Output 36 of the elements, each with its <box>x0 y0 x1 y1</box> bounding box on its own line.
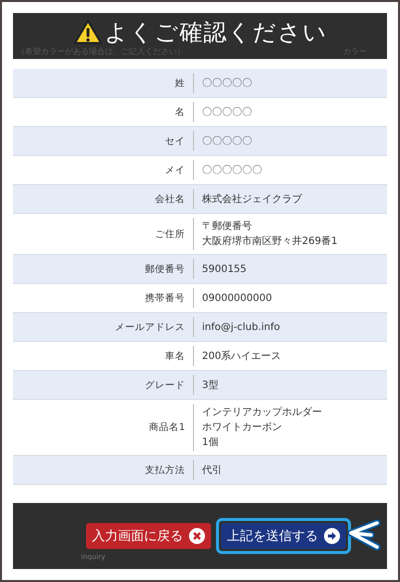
field-label: 商品名1 <box>148 421 186 434</box>
field-value: インテリアカップホルダー <box>202 406 322 419</box>
field-value: 〇〇〇〇〇〇 <box>202 164 262 176</box>
field-label: 姓 <box>174 76 186 90</box>
field-value: 大阪府堺市南区野々井269番1 <box>202 235 338 248</box>
dialog-title: よくご確認ください <box>104 18 328 48</box>
field-label: 会社名 <box>154 192 186 206</box>
field-label: メールアドレス <box>114 320 186 334</box>
field-value: 〒郵便番号 <box>202 220 253 233</box>
field-label: ご住所 <box>154 228 186 240</box>
pointer-arrow-icon <box>347 519 381 553</box>
field-label: 名 <box>174 106 186 118</box>
field-label: 郵便番号 <box>144 262 186 276</box>
field-value: 3型 <box>202 378 218 392</box>
field-value: 株式会社ジェイクラブ <box>202 192 302 206</box>
field-label: グレード <box>144 378 186 392</box>
field-label: セイ <box>164 134 186 148</box>
back-button[interactable]: 入力画面に戻る <box>86 523 211 549</box>
field-value: 5900155 <box>202 262 247 276</box>
field-value: 200系ハイエース <box>202 350 282 362</box>
field-value: ホワイトカーボン <box>202 421 283 434</box>
arrow-right-icon <box>324 528 340 544</box>
field-value: 〇〇〇〇〇 <box>202 76 252 90</box>
field-label: 携帯番号 <box>144 292 186 304</box>
field-value: 〇〇〇〇〇 <box>202 134 252 148</box>
field-value: 1個 <box>202 436 220 449</box>
field-label: メイ <box>164 164 186 176</box>
submit-button[interactable]: 上記を送信する <box>221 523 346 549</box>
field-value: info@j-club.info <box>202 320 280 334</box>
field-label: 車名 <box>164 350 186 362</box>
field-value: 〇〇〇〇〇 <box>202 106 252 118</box>
field-value: 09000000000 <box>202 292 272 304</box>
field-label: 支払方法 <box>144 464 186 476</box>
field-value: 代引 <box>202 464 222 476</box>
close-icon <box>189 528 205 544</box>
warning-icon <box>72 19 102 45</box>
